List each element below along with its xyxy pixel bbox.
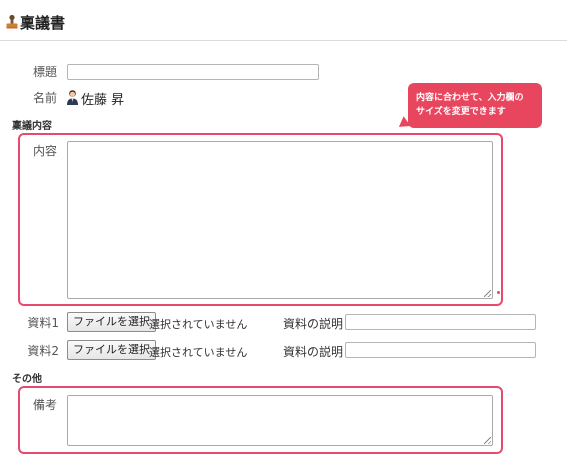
content-label: 内容 (32, 144, 57, 158)
attachment-1-status: 選択されていません (149, 318, 248, 331)
section-heading-content: 稟議内容 (12, 121, 52, 132)
tooltip-line-1: 内容に合わせて、入力欄の (416, 93, 524, 103)
tooltip-line-2: サイズを変更できます (416, 107, 506, 117)
attachment-2-choose-file-button[interactable]: ファイルを選択 (67, 340, 156, 360)
subject-input[interactable] (67, 64, 319, 80)
content-textarea[interactable] (67, 141, 493, 299)
attachment-2-status: 選択されていません (149, 346, 248, 359)
attachment-1-label: 資料1 (27, 316, 59, 330)
attachment-1-description-label: 資料の説明 (283, 317, 344, 331)
attachment-2-description-input[interactable] (345, 342, 536, 358)
subject-label: 標題 (32, 65, 57, 79)
attachment-2-description-label: 資料の説明 (283, 345, 344, 359)
applicant-name: 佐藤 昇 (81, 93, 125, 108)
section-heading-other: その他 (12, 374, 42, 385)
name-label: 名前 (32, 91, 57, 105)
header-divider (0, 40, 567, 41)
attachment-1-description-input[interactable] (345, 314, 536, 330)
required-marker (497, 291, 500, 294)
approval-stamp-icon (6, 14, 18, 29)
attachment-1-choose-file-button[interactable]: ファイルを選択 (67, 312, 156, 332)
remarks-textarea[interactable] (67, 395, 493, 446)
resize-handle-icon[interactable] (484, 437, 491, 444)
resize-handle-icon[interactable] (484, 290, 491, 297)
remarks-label: 備考 (32, 398, 57, 412)
attachment-2-label: 資料2 (27, 344, 59, 358)
page-title: 稟議書 (20, 14, 66, 32)
user-avatar-icon (67, 90, 78, 105)
resize-hint-tooltip: 内容に合わせて、入力欄の サイズを変更できます (408, 83, 542, 128)
